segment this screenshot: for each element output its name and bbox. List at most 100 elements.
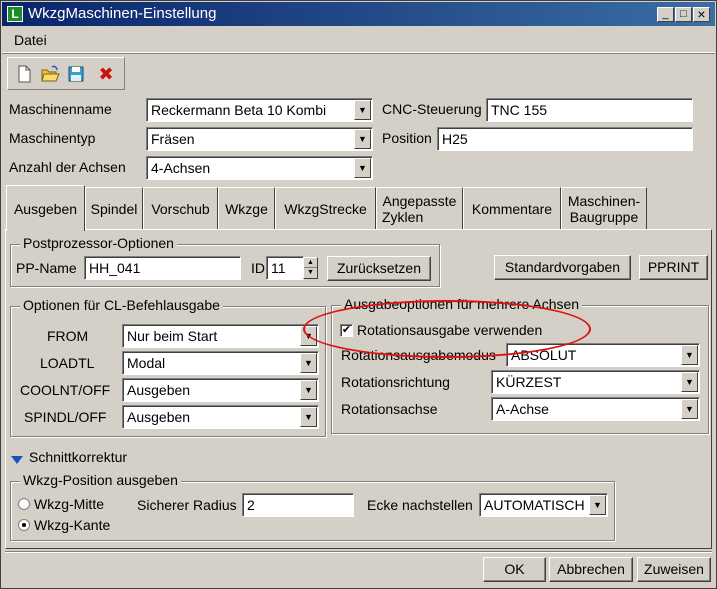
cancel-button[interactable]: Abbrechen: [549, 557, 633, 582]
cnc-control-input[interactable]: [486, 98, 693, 122]
chevron-down-icon[interactable]: ▼: [589, 495, 606, 515]
spin-up-icon[interactable]: ▲: [304, 258, 317, 268]
standard-defaults-button[interactable]: Standardvorgaben: [494, 255, 631, 280]
machine-name-combo[interactable]: Reckermann Beta 10 Kombi ▼: [146, 98, 373, 122]
rotation-mode-label: Rotationsausgabemodus: [341, 347, 496, 363]
ok-button[interactable]: OK: [483, 557, 546, 582]
cnc-control-label: CNC-Steuerung: [382, 101, 482, 117]
machine-type-combo[interactable]: Fräsen ▼: [146, 127, 373, 151]
chevron-down-icon[interactable]: ▼: [354, 100, 371, 120]
tab-vorschub[interactable]: Vorschub: [143, 187, 218, 229]
coolnt-off-value: Ausgeben: [127, 382, 191, 398]
axes-count-combo[interactable]: 4-Achsen ▼: [146, 156, 373, 180]
safe-radius-input[interactable]: [242, 493, 354, 517]
collapse-triangle-icon[interactable]: [11, 452, 23, 464]
tab-label: WkzgStrecke: [284, 200, 367, 217]
maximize-button[interactable]: □: [675, 7, 692, 22]
tab-label-line1: Angepasste: [382, 192, 457, 209]
chevron-down-icon[interactable]: ▼: [354, 129, 371, 149]
dialog-window: L WkzgMaschinen-Einstellung _ □ × Datei …: [0, 0, 717, 589]
window-title: WkzgMaschinen-Einstellung: [28, 5, 217, 22]
tab-ausgeben[interactable]: Ausgeben: [6, 185, 85, 231]
chevron-down-icon[interactable]: ▼: [681, 345, 698, 365]
tab-label: Ausgeben: [13, 200, 78, 217]
chevron-down-icon[interactable]: ▼: [300, 407, 317, 427]
pp-name-input[interactable]: [84, 256, 241, 280]
safe-radius-label: Sicherer Radius: [137, 497, 237, 513]
chevron-down-icon[interactable]: ▼: [681, 372, 698, 392]
app-icon: L: [7, 6, 23, 22]
rotation-axis-label: Rotationsachse: [341, 401, 438, 417]
reset-button[interactable]: Zurücksetzen: [327, 256, 431, 281]
from-combo[interactable]: Nur beim Start ▼: [122, 324, 319, 348]
position-input[interactable]: [437, 127, 693, 151]
toolbar: ✖: [7, 57, 125, 90]
tool-edge-label[interactable]: Wkzg-Kante: [34, 517, 110, 533]
rotation-output-label[interactable]: Rotationsausgabe verwenden: [357, 322, 542, 338]
loadtl-combo[interactable]: Modal ▼: [122, 351, 319, 375]
chevron-down-icon[interactable]: ▼: [300, 326, 317, 346]
tab-angepasste-zyklen[interactable]: Angepasste Zyklen: [376, 187, 463, 229]
tab-spindel[interactable]: Spindel: [85, 187, 143, 229]
title-bar[interactable]: L WkzgMaschinen-Einstellung _ □ ×: [2, 2, 715, 26]
position-label: Position: [382, 130, 432, 146]
corner-adjust-combo[interactable]: AUTOMATISCH ▼: [479, 493, 608, 517]
tab-label: Wkzge: [225, 200, 268, 217]
spin-down-icon[interactable]: ▼: [304, 268, 317, 278]
tab-label: Vorschub: [151, 200, 210, 217]
menu-datei[interactable]: Datei: [14, 32, 47, 48]
tab-kommentare[interactable]: Kommentare: [463, 187, 561, 229]
machine-type-value: Fräsen: [151, 131, 195, 147]
chevron-down-icon[interactable]: ▼: [681, 399, 698, 419]
rotation-mode-combo[interactable]: ABSOLUT ▼: [506, 343, 700, 367]
footer-separator: [5, 551, 712, 553]
coolnt-off-label: COOLNT/OFF: [20, 382, 111, 398]
id-spinner[interactable]: ▲ ▼: [303, 257, 318, 279]
machine-type-label: Maschinentyp: [9, 130, 96, 146]
chevron-down-icon[interactable]: ▼: [300, 380, 317, 400]
close-button[interactable]: ×: [693, 7, 710, 22]
tool-center-label[interactable]: Wkzg-Mitte: [34, 496, 104, 512]
rotation-direction-label: Rotationsrichtung: [341, 374, 450, 390]
spindl-off-combo[interactable]: Ausgeben ▼: [122, 405, 319, 429]
tab-wkzge[interactable]: Wkzge: [218, 187, 275, 229]
pp-name-label: PP-Name: [16, 260, 77, 276]
rotation-direction-combo[interactable]: KÜRZEST ▼: [491, 370, 700, 394]
tool-position-title: Wkzg-Position ausgeben: [20, 472, 181, 488]
open-folder-icon[interactable]: [40, 64, 60, 84]
machine-name-value: Reckermann Beta 10 Kombi: [151, 102, 327, 118]
tab-label-line2: Baugruppe: [569, 208, 639, 225]
tab-wkzgstrecke[interactable]: WkzgStrecke: [275, 187, 376, 229]
tab-maschinen-baugruppe[interactable]: Maschinen- Baugruppe: [561, 187, 647, 229]
axes-count-value: 4-Achsen: [151, 160, 211, 176]
from-label: FROM: [47, 328, 89, 344]
menu-bar: Datei: [2, 27, 715, 53]
tool-edge-radio[interactable]: [18, 519, 30, 531]
save-icon[interactable]: [66, 64, 86, 84]
chevron-down-icon[interactable]: ▼: [300, 353, 317, 373]
id-label: ID: [251, 260, 265, 276]
from-value: Nur beim Start: [127, 328, 218, 344]
id-input[interactable]: [266, 256, 304, 280]
pp-options-title: Postprozessor-Optionen: [20, 235, 177, 251]
cutter-comp-label[interactable]: Schnittkorrektur: [29, 449, 127, 465]
delete-x-icon[interactable]: ✖: [96, 64, 116, 84]
cl-options-title: Optionen für CL-Befehlausgabe: [20, 297, 223, 313]
multi-axis-title: Ausgabeoptionen für mehrere Achsen: [341, 296, 583, 312]
assign-button[interactable]: Zuweisen: [637, 557, 711, 582]
rotation-axis-combo[interactable]: A-Achse ▼: [491, 397, 700, 421]
corner-adjust-value: AUTOMATISCH: [484, 497, 585, 513]
chevron-down-icon[interactable]: ▼: [354, 158, 371, 178]
new-file-icon[interactable]: [14, 64, 34, 84]
spindl-off-label: SPINDL/OFF: [24, 409, 107, 425]
coolnt-off-combo[interactable]: Ausgeben ▼: [122, 378, 319, 402]
machine-name-label: Maschinenname: [9, 101, 112, 117]
rotation-axis-value: A-Achse: [496, 401, 549, 417]
corner-adjust-label: Ecke nachstellen: [367, 497, 473, 513]
pprint-button[interactable]: PPRINT: [639, 255, 708, 280]
tool-center-radio[interactable]: [18, 498, 30, 510]
minimize-button[interactable]: _: [657, 7, 674, 22]
rotation-output-checkbox[interactable]: ✔: [340, 324, 353, 337]
loadtl-label: LOADTL: [40, 355, 95, 371]
rotation-direction-value: KÜRZEST: [496, 374, 562, 390]
